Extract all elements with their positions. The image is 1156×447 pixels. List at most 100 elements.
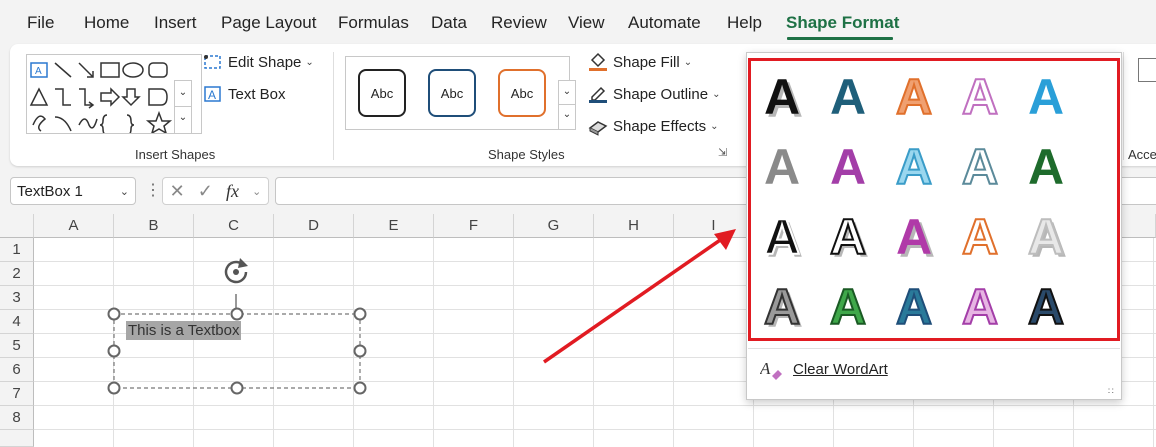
select-all-corner[interactable]	[0, 214, 34, 238]
chevron-down-icon[interactable]: ⌄	[120, 185, 129, 198]
wordart-style-option[interactable]: AA	[750, 62, 816, 128]
dialog-launcher-icon[interactable]: ⇲	[718, 146, 727, 159]
tab-data[interactable]: Data	[431, 13, 467, 33]
wordart-style-option[interactable]: A	[816, 62, 882, 128]
column-header[interactable]: A	[34, 214, 114, 238]
svg-text:A: A	[764, 69, 800, 125]
wordart-style-option[interactable]: A	[1014, 272, 1080, 338]
shape-style-preset[interactable]: Abc	[358, 69, 406, 117]
wordart-style-option[interactable]: A	[882, 62, 948, 128]
wordart-style-option[interactable]: AA	[750, 272, 816, 338]
row-header[interactable]: 8	[0, 406, 34, 430]
shape-outline-button[interactable]: Shape Outline ⌄	[588, 82, 720, 106]
svg-text:A: A	[962, 139, 998, 195]
row-header[interactable]: 1	[0, 238, 34, 262]
svg-text:A: A	[208, 88, 216, 102]
wordart-style-option[interactable]: AA	[816, 202, 882, 268]
column-header[interactable]: D	[274, 214, 354, 238]
wordart-style-option[interactable]: AA	[1014, 202, 1080, 268]
chevron-down-icon[interactable]: ⌄	[252, 185, 261, 198]
svg-text:A: A	[830, 139, 866, 195]
excel-window: File Home Insert Page Layout Formulas Da…	[0, 0, 1156, 447]
clear-wordart-button[interactable]: A Clear WordArt	[759, 356, 888, 382]
shape-fill-button[interactable]: Shape Fill ⌄	[588, 50, 692, 74]
shapes-gallery-scroll[interactable]: ⌄ ⌄	[174, 80, 192, 134]
row-header[interactable]: 7	[0, 382, 34, 406]
accessibility-group-label: Acce	[1128, 147, 1156, 162]
grid-line	[433, 238, 434, 447]
chevron-down-icon[interactable]: ⌄	[175, 81, 191, 107]
alt-text-icon[interactable]	[1138, 58, 1156, 82]
wordart-glyph: AA	[896, 209, 935, 268]
row-header[interactable]: 6	[0, 358, 34, 382]
tab-home[interactable]: Home	[84, 13, 129, 33]
wordart-style-option[interactable]: A	[948, 132, 1014, 198]
column-header[interactable]: E	[354, 214, 434, 238]
tab-formulas[interactable]: Formulas	[338, 13, 409, 33]
shape-style-preset[interactable]: Abc	[428, 69, 476, 117]
tab-automate[interactable]: Automate	[628, 13, 701, 33]
tab-file[interactable]: File	[27, 13, 54, 33]
row-header[interactable]: 3	[0, 286, 34, 310]
tab-insert[interactable]: Insert	[154, 13, 197, 33]
tab-help[interactable]: Help	[727, 13, 762, 33]
wordart-style-option[interactable]: A	[948, 62, 1014, 128]
wordart-glyph: A	[961, 138, 999, 196]
column-header[interactable]: C	[194, 214, 274, 238]
wordart-glyph: AA	[763, 208, 803, 268]
gallery-expand-icon[interactable]: ⌄	[175, 107, 191, 133]
wordart-style-option[interactable]: A	[948, 272, 1014, 338]
textbox-selection[interactable]	[100, 254, 380, 444]
resize-grip-icon[interactable]: ∷	[1108, 386, 1114, 397]
textbox-text[interactable]: This is a Textbox	[126, 321, 242, 340]
wordart-style-option[interactable]: A	[750, 132, 816, 198]
wordart-style-option[interactable]: A	[882, 132, 948, 198]
enter-check-icon[interactable]: ✓	[198, 181, 213, 202]
svg-text:A: A	[896, 139, 932, 195]
tab-view[interactable]: View	[568, 13, 605, 33]
shape-style-preset[interactable]: Abc	[498, 69, 546, 117]
insert-shapes-group-label: Insert Shapes	[135, 147, 216, 162]
grid-line	[513, 238, 514, 447]
svg-text:A: A	[896, 209, 932, 265]
edit-shape-button[interactable]: Edit Shape ⌄	[203, 50, 314, 74]
column-header[interactable]: F	[434, 214, 514, 238]
chevron-down-icon: ⌄	[305, 56, 314, 68]
wordart-style-option[interactable]: A	[882, 272, 948, 338]
shape-effects-button[interactable]: Shape Effects ⌄	[588, 114, 719, 138]
wordart-style-option[interactable]: A	[816, 132, 882, 198]
shape-styles-gallery[interactable]: Abc Abc Abc	[345, 56, 570, 130]
wordart-style-option[interactable]: A	[948, 202, 1014, 268]
annotation-arrow-icon	[543, 229, 736, 364]
wordart-style-option[interactable]: AA	[750, 202, 816, 268]
text-box-button[interactable]: A Text Box	[203, 82, 286, 106]
wordart-style-option[interactable]: AA	[882, 202, 948, 268]
svg-text:A: A	[764, 279, 800, 335]
svg-text:A: A	[760, 359, 771, 378]
chevron-down-icon[interactable]: ⌄	[559, 81, 575, 105]
wordart-style-option[interactable]: A	[1014, 62, 1080, 128]
svg-text:A: A	[830, 209, 866, 265]
gallery-expand-icon[interactable]: ⌄	[559, 105, 575, 129]
row-header[interactable]: 4	[0, 310, 34, 334]
wordart-glyph: A	[764, 139, 800, 195]
text-box-icon: A	[203, 84, 223, 104]
cancel-icon[interactable]: ✕	[170, 181, 185, 202]
clear-wordart-icon: A	[759, 358, 784, 380]
wordart-glyph: A	[895, 138, 933, 196]
row-header[interactable]: 5	[0, 334, 34, 358]
column-header[interactable]: B	[114, 214, 194, 238]
tab-page-layout[interactable]: Page Layout	[221, 13, 316, 33]
insert-function-icon[interactable]: fx	[226, 181, 239, 202]
row-header[interactable]: 2	[0, 262, 34, 286]
tab-shape-format[interactable]: Shape Format	[786, 13, 899, 33]
svg-text:A: A	[764, 139, 800, 195]
pen-outline-icon	[588, 84, 608, 104]
styles-gallery-scroll[interactable]: ⌄ ⌄	[558, 80, 576, 130]
svg-text:A: A	[896, 279, 932, 335]
tab-review[interactable]: Review	[491, 13, 547, 33]
wordart-style-option[interactable]: A	[816, 272, 882, 338]
more-options-icon[interactable]: ⋮	[145, 180, 161, 200]
wordart-style-option[interactable]: A	[1014, 132, 1080, 198]
name-box[interactable]: TextBox 1 ⌄	[10, 177, 136, 205]
